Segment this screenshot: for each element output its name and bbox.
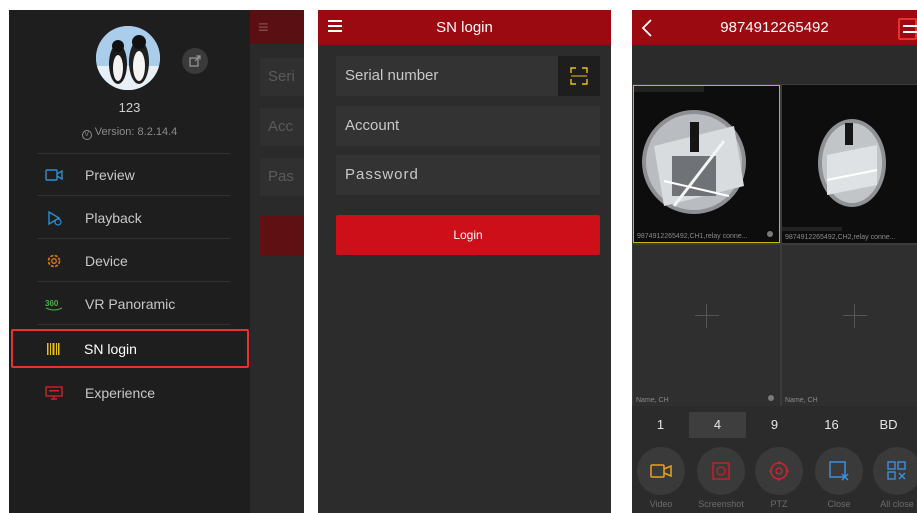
tool-label-screenshot: Screenshot [698, 499, 744, 509]
close-channel-button[interactable]: Close [814, 447, 864, 509]
monitor-icon [45, 384, 63, 402]
username: 123 [118, 100, 141, 115]
account-field[interactable]: Account [336, 106, 600, 146]
add-channel-icon [695, 315, 719, 316]
nav-item-vr-panoramic[interactable]: 360 VR Panoramic [37, 283, 230, 325]
nav-item-preview[interactable]: Preview [37, 154, 230, 196]
channel-caption-3: Name, CH [636, 397, 669, 404]
channel-grid: 9874912265492,CH1,relay conne... 9874912… [632, 84, 917, 406]
side-drawer-screen: ≡ Seri Acc Pas 123 V Version: 8.2.14.4 P… [9, 10, 304, 513]
qr-scan-icon [570, 67, 588, 85]
dimmed-background-page: ≡ Seri Acc Pas [250, 10, 304, 513]
navigation-drawer: 123 V Version: 8.2.14.4 Preview Playback … [9, 10, 250, 513]
split-mode-bar: 1 4 9 16 BD [632, 412, 917, 438]
share-icon[interactable] [182, 48, 208, 74]
fisheye-video-ch2 [782, 85, 917, 243]
nav-label-playback: Playback [85, 209, 142, 226]
channel-caption-2: 9874912265492,CH2,relay conne... [785, 234, 896, 241]
nav-label-experience: Experience [85, 385, 156, 401]
channel-caption-4: Name, CH [785, 397, 818, 404]
dimmed-menu-icon: ≡ [258, 17, 269, 37]
login-button[interactable]: Login [336, 215, 600, 255]
camera-icon [45, 166, 63, 184]
ptz-button[interactable]: PTZ [754, 447, 804, 509]
nav-item-playback[interactable]: Playback [37, 197, 230, 239]
device-preview-screen: 9874912265492 9874912265492,CH1,relay co… [632, 10, 917, 513]
channel-caption-1: 9874912265492,CH1,relay conne... [637, 233, 748, 240]
serial-number-field[interactable]: Serial number [336, 56, 600, 96]
channel-cell-2[interactable]: 9874912265492,CH2,relay conne... [782, 85, 917, 243]
ptz-icon [769, 461, 789, 481]
channel-cell-1[interactable]: 9874912265492,CH1,relay conne... [633, 85, 780, 243]
account-placeholder: Account [345, 117, 400, 134]
playback-icon [45, 209, 63, 227]
video-camera-icon [650, 464, 672, 478]
add-channel-icon [843, 315, 867, 316]
avatar[interactable] [96, 26, 160, 90]
empty-channel-cell-4[interactable]: Name, CH [782, 245, 917, 406]
sn-login-screen: SN login Serial number Account Password … [318, 10, 611, 513]
tool-bar: Video Screenshot PTZ Close All close [632, 441, 917, 513]
bd-quality-button[interactable]: BD [860, 412, 917, 438]
page-title: SN login [436, 19, 493, 36]
dimmed-account-field: Acc [260, 108, 304, 146]
nav-item-device[interactable]: Device [37, 240, 230, 282]
nav-label-vr-panoramic: VR Panoramic [85, 295, 176, 312]
tool-label-ptz: PTZ [770, 499, 788, 509]
nav-label-preview: Preview [85, 166, 135, 183]
screenshot-icon [712, 462, 730, 480]
tool-label-close: Close [827, 499, 851, 509]
screenshot-button[interactable]: Screenshot [696, 447, 746, 509]
nav-item-sn-login[interactable]: SN login [11, 329, 249, 368]
svg-text:360: 360 [45, 299, 59, 308]
nav-label-sn-login: SN login [84, 340, 137, 357]
settings-menu-icon[interactable] [898, 18, 917, 40]
version-text: Version: 8.2.14.4 [94, 126, 178, 138]
serial-number-placeholder: Serial number [345, 67, 439, 84]
top-bar: 9874912265492 [632, 10, 917, 45]
dimmed-password-field: Pas [260, 158, 304, 196]
split-1-button[interactable]: 1 [632, 412, 689, 438]
tool-label-all-close: All close [880, 499, 914, 509]
close-all-icon [887, 461, 906, 480]
password-field[interactable]: Password [336, 155, 600, 195]
tool-label-video: Video [649, 499, 673, 509]
nav-item-experience[interactable]: Experience [37, 372, 230, 414]
close-all-button[interactable]: All close [872, 447, 917, 509]
app-version: V Version: 8.2.14.4 [9, 126, 250, 140]
top-bar: SN login [318, 10, 611, 45]
barcode-icon [44, 340, 62, 358]
channel-status-dot [767, 231, 773, 237]
split-9-button[interactable]: 9 [746, 412, 803, 438]
dimmed-login-button [260, 216, 304, 256]
password-placeholder: Password [345, 166, 419, 183]
vr-360-icon: 360 [45, 295, 63, 313]
split-4-button[interactable]: 4 [689, 412, 746, 438]
video-record-button[interactable]: Video [636, 447, 686, 509]
fisheye-video-ch1 [634, 86, 779, 242]
channel-status-dot [768, 395, 774, 401]
gear-icon [45, 252, 63, 270]
scan-button[interactable] [558, 56, 600, 96]
split-16-button[interactable]: 16 [803, 412, 860, 438]
empty-channel-cell-3[interactable]: Name, CH [633, 245, 780, 406]
version-icon: V [81, 130, 92, 140]
device-serial-title: 9874912265492 [720, 19, 829, 36]
nav-label-device: Device [85, 252, 128, 269]
dimmed-top-bar: ≡ [250, 10, 304, 44]
close-window-icon [829, 461, 849, 481]
dimmed-serial-field: Seri [260, 58, 304, 96]
